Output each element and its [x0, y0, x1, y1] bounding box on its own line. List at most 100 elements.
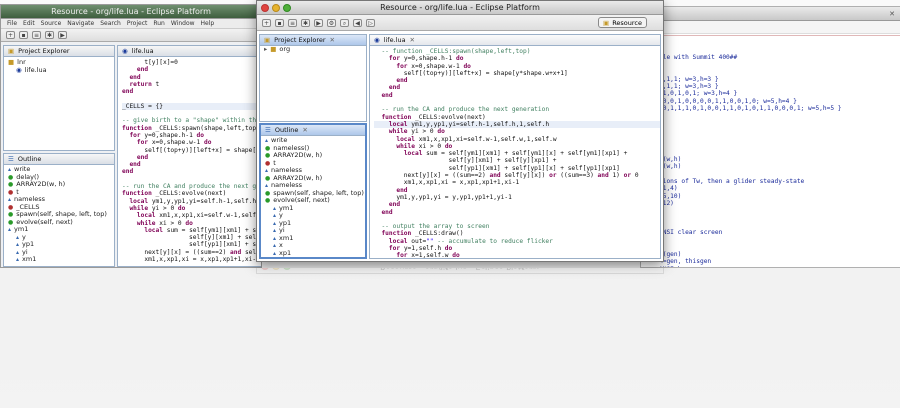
variable-icon: ▴: [273, 204, 277, 212]
main-outline-tab[interactable]: ☰ Outline ✕: [261, 125, 365, 136]
variable-icon: ▴: [16, 248, 20, 256]
main_window-code-line: xm1,x,xp1,xi = x,xp1,xp1+1,xi-1: [374, 179, 520, 187]
main_window-code-line: self[(top+y)][left+x] = shape[y*shape.w+…: [374, 69, 568, 77]
outline-item[interactable]: ▴xi: [279, 256, 285, 257]
external-tools-icon[interactable]: ⚙: [327, 18, 336, 27]
reflection-main-window-titlebar: Resource - org/life.lua - Eclipse Platfo…: [257, 268, 663, 273]
menu-item-source[interactable]: Source: [41, 19, 62, 28]
expand-arrow-icon[interactable]: ▸: [264, 45, 267, 54]
close-tab-icon[interactable]: ✕: [302, 125, 307, 136]
print-icon[interactable]: ≡: [288, 18, 297, 27]
left-project-explorer-tab[interactable]: ▣ Project Explorer: [4, 46, 114, 57]
tree-item[interactable]: ■ lnr: [8, 58, 110, 67]
table-icon: ●: [8, 188, 14, 196]
table-icon: ●: [265, 159, 271, 167]
right-code-line: ule with Summit 400##: [659, 54, 738, 61]
left-editor: ◉ life.lua t[y][x]=0 end end return t end…: [117, 45, 262, 267]
left_window-code-line: self[(top+y)][left+x] = shape[y*shape.w+…: [144, 146, 261, 154]
variable-icon: ▴: [16, 233, 20, 241]
left-toolbar: + ▪ ≡ ✱ ▶: [1, 29, 261, 42]
left-project-tree: ■ lnr ◉ life.lua: [4, 57, 114, 76]
tree-root-org[interactable]: ▸ ■ org: [260, 45, 366, 54]
menu-item-project[interactable]: Project: [127, 19, 148, 28]
table-icon: ●: [8, 203, 14, 211]
close-tab-icon[interactable]: ✕: [410, 35, 415, 46]
outline-item[interactable]: ▴ xm1: [8, 255, 110, 264]
main_window-code-line: for y=0,shape.h-1 do: [388, 55, 464, 63]
outline-item[interactable]: ● ARRAY2D(w, h): [8, 180, 110, 189]
right-code-line: [659, 112, 900, 119]
forward-icon[interactable]: ▷: [366, 18, 375, 27]
main-code-text[interactable]: -- function _CELLS:spawn(shape,left,top)…: [370, 46, 660, 259]
left-code-text[interactable]: t[y][x]=0 end end return t end _CELLS = {…: [118, 57, 262, 263]
variable-icon: ▴: [8, 166, 12, 173]
menu-item-edit[interactable]: Edit: [23, 19, 35, 28]
method-icon: ●: [8, 218, 14, 226]
left_window-code-line: while yi > 0 do: [129, 204, 186, 212]
zoom-button[interactable]: [283, 4, 291, 12]
left-window-titlebar: Resource - org/life.lua - Eclipse Platfo…: [1, 5, 261, 19]
debug-icon[interactable]: ✱: [301, 18, 310, 27]
outline-item[interactable]: ● ARRAY2D(w, h): [265, 151, 361, 160]
new-file-icon[interactable]: +: [262, 18, 271, 27]
right-code-line: tions of Tw, then a glider steady-state: [659, 178, 805, 186]
left_window-code-line: [122, 110, 261, 117]
main_window-code-line: self[y][xm1] + self[y][xp1] +: [374, 157, 557, 165]
right-eclipse-window: ✕ ule with Summit 400## 1,1,1; w=3,h=3 }…: [640, 6, 900, 268]
left_window-code-line: next[y][x] = ((sum==2) and self[y][x]) o…: [122, 248, 262, 256]
minimize-button[interactable]: [272, 4, 280, 12]
variable-icon: ▴: [8, 226, 12, 233]
left_window-code-line: t[y][x]=0: [122, 59, 178, 66]
left_window-code-line: -- give birth to a "shape" within the ce…: [122, 117, 260, 125]
main-window-title: Resource - org/life.lua - Eclipse Platfo…: [380, 3, 540, 12]
perspective-switcher[interactable]: ▣ Resource: [598, 17, 647, 28]
run-icon[interactable]: ▶: [58, 31, 67, 39]
close-button[interactable]: [261, 4, 269, 12]
left_window-code-line: end: [136, 153, 149, 161]
menu-item-navigate[interactable]: Navigate: [67, 19, 94, 28]
run-icon[interactable]: ▶: [314, 18, 323, 27]
right-code-line: [659, 171, 900, 178]
left-outline-tab[interactable]: ☰ Outline: [4, 154, 114, 165]
menu-item-run[interactable]: Run: [153, 19, 165, 28]
right-window-controls[interactable]: ✕: [889, 10, 895, 18]
right-code-line: [659, 215, 900, 222]
method-icon: ●: [265, 174, 271, 182]
main-editor-tab[interactable]: ◉ life.lua ✕: [370, 35, 660, 46]
search-icon[interactable]: ⌕: [340, 18, 349, 27]
menu-item-help[interactable]: Help: [201, 19, 215, 28]
explorer-icon: ▣: [264, 35, 271, 44]
right-code-line: ,5,10): [659, 192, 682, 200]
main_window-code-line: while xi > 0 do: [396, 142, 453, 150]
main_window-code-line: next[y][x] = ((sum==2) and self[y][x]) o…: [374, 172, 639, 180]
tree-item[interactable]: ◉ life.lua: [8, 65, 110, 75]
right-code-line: s(w,h): [659, 156, 682, 164]
left_window-code-line: local ym1,y,yp1,yi=self.h-1,self.h,1,sel…: [129, 197, 261, 205]
save-icon[interactable]: ▪: [275, 18, 284, 27]
main_window-code-line: function _CELLS:draw(): [381, 230, 464, 238]
right-code-line: s(w,h): [659, 163, 682, 171]
menu-item-search[interactable]: Search: [100, 19, 121, 28]
method-icon: ●: [265, 189, 271, 197]
new-icon[interactable]: +: [6, 31, 15, 39]
left-editor-tab[interactable]: ◉ life.lua: [118, 46, 261, 57]
variable-icon: ▴: [273, 227, 277, 234]
tree-item-label: life.lua: [24, 65, 47, 74]
debug-icon[interactable]: ✱: [45, 31, 54, 39]
left_window-code-line: [122, 176, 261, 183]
left_window-code-line: end: [129, 73, 141, 81]
menu-item-window[interactable]: Window: [171, 19, 195, 28]
close-tab-icon[interactable]: ✕: [330, 35, 335, 46]
right-code-line: ,1,0,1,0,1; w=3,h=4 }: [659, 90, 738, 98]
back-icon[interactable]: ◀: [353, 18, 362, 27]
save-icon[interactable]: ▪: [19, 31, 28, 39]
method-icon: ●: [265, 144, 271, 152]
left_window-code-line: end: [129, 161, 141, 169]
reflection-fade: [0, 268, 900, 408]
main_window-code-line: -- run the CA and produce the next gener…: [381, 106, 550, 114]
menu-item-file[interactable]: File: [7, 19, 17, 28]
print-icon[interactable]: ≡: [32, 31, 41, 39]
main_window-code-line: for x=1,self.w do: [396, 252, 460, 259]
main_window-code-line: [374, 216, 660, 223]
desktop-scene: ✕ ule with Summit 400## 1,1,1; w=3,h=3 }…: [0, 0, 900, 408]
